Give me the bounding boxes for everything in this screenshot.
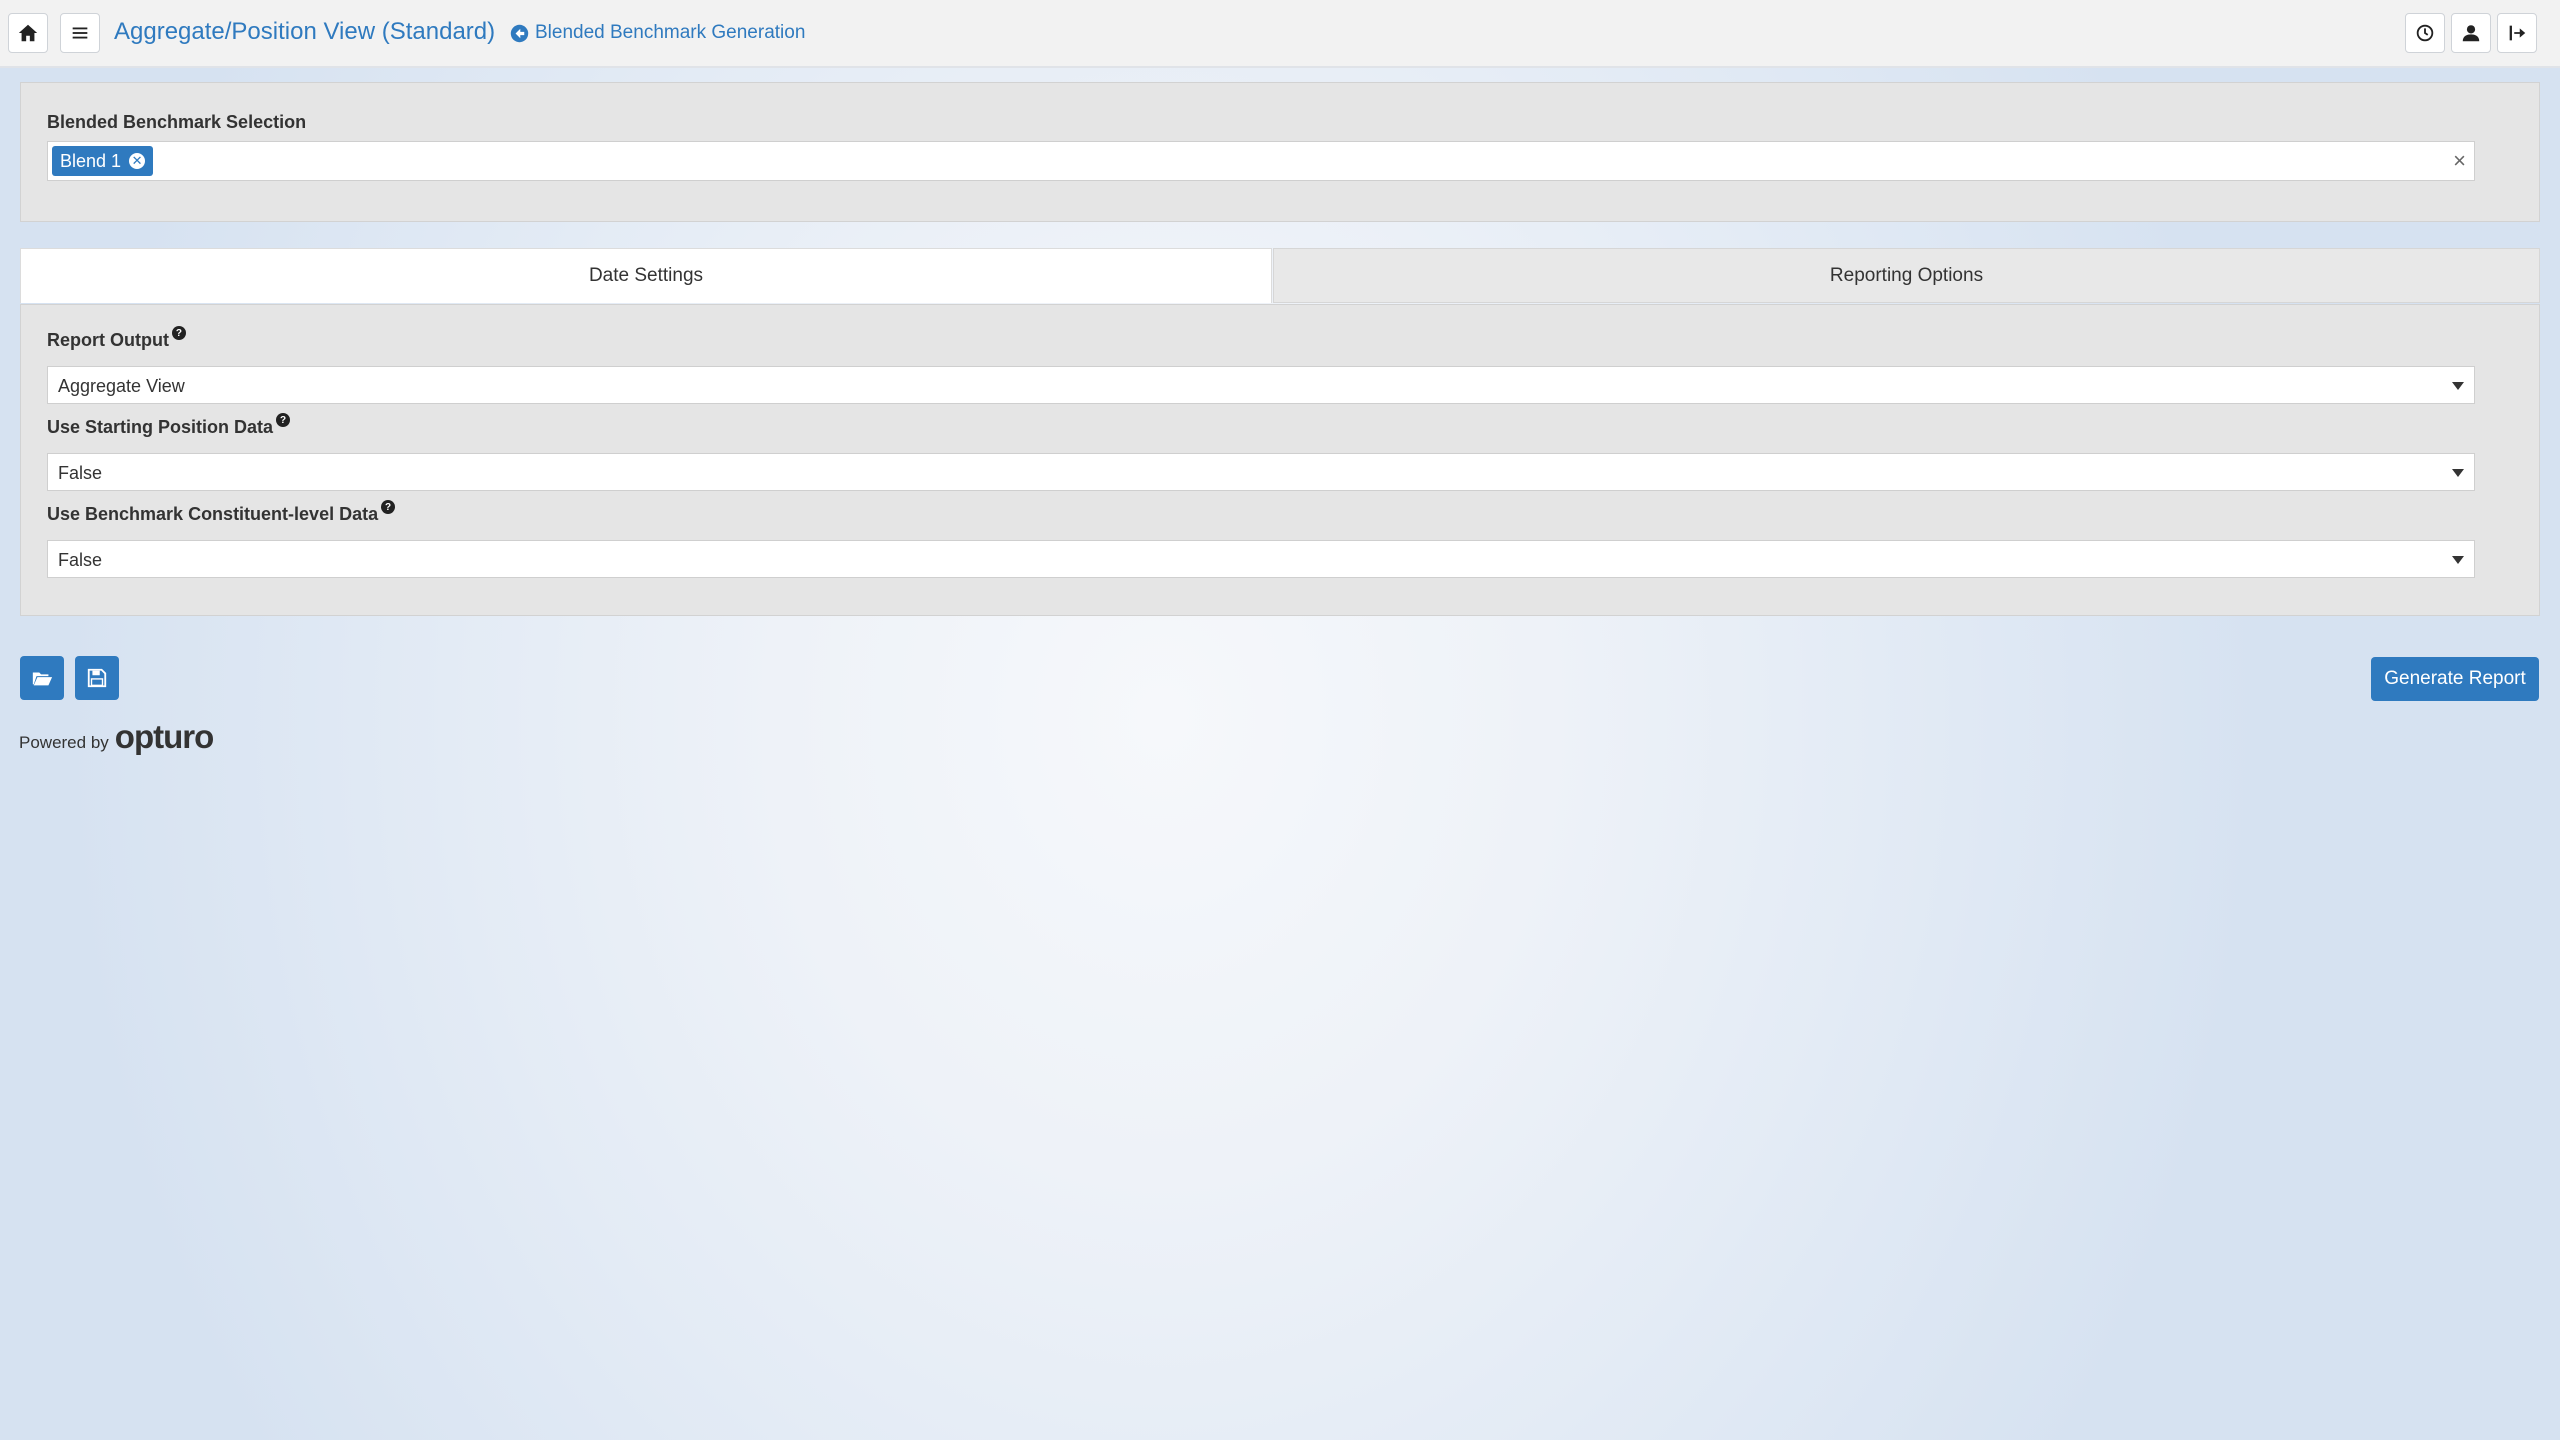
home-icon: [18, 24, 38, 42]
constituent-data-select[interactable]: False: [47, 540, 2475, 578]
remove-tag-icon[interactable]: ✕: [129, 153, 146, 169]
caret-down-icon: [2452, 469, 2464, 477]
generate-report-button[interactable]: Generate Report: [2371, 657, 2539, 701]
help-icon[interactable]: ?: [276, 413, 291, 427]
constituent-data-label-text: Use Benchmark Constituent-level Data: [47, 504, 379, 524]
starting-position-label: Use Starting Position Data ?: [47, 413, 291, 438]
clear-selection-icon[interactable]: ×: [2453, 148, 2466, 174]
settings-panel: Report Output ? Aggregate View Use Start…: [20, 304, 2540, 616]
help-icon[interactable]: ?: [381, 500, 396, 514]
top-navbar: Aggregate/Position View (Standard) Blend…: [0, 0, 2560, 68]
benchmark-tag-label: Blend 1: [60, 150, 122, 171]
powered-by: Powered by opturo: [19, 718, 214, 756]
open-button[interactable]: [20, 656, 64, 700]
tab-date-settings[interactable]: Date Settings: [20, 248, 1272, 303]
logout-icon: [2509, 25, 2526, 41]
logout-button[interactable]: [2497, 13, 2537, 53]
menu-icon: [72, 27, 88, 39]
save-button[interactable]: [75, 656, 119, 700]
caret-down-icon: [2452, 556, 2464, 564]
tab-reporting-options-label: Reporting Options: [1829, 264, 1984, 286]
help-icon[interactable]: ?: [171, 326, 186, 340]
report-output-select[interactable]: Aggregate View: [47, 366, 2475, 404]
history-button[interactable]: [2405, 13, 2445, 53]
save-icon: [87, 668, 107, 688]
menu-button[interactable]: [60, 13, 100, 53]
benchmark-label: Blended Benchmark Selection: [47, 112, 307, 132]
user-button[interactable]: [2451, 13, 2491, 53]
starting-position-value: False: [58, 463, 103, 483]
starting-position-select[interactable]: False: [47, 453, 2475, 491]
starting-position-label-text: Use Starting Position Data: [47, 417, 274, 437]
home-button[interactable]: [8, 13, 48, 53]
benchmark-panel: Blended Benchmark Selection Blend 1 ✕ ×: [20, 82, 2540, 222]
powered-by-text: Powered by: [19, 733, 109, 752]
benchmark-tag: Blend 1 ✕: [52, 146, 154, 176]
report-output-value: Aggregate View: [58, 376, 185, 396]
report-output-label-text: Report Output: [47, 330, 169, 350]
caret-down-icon: [2452, 382, 2464, 390]
page-title: Aggregate/Position View (Standard): [114, 18, 496, 45]
benchmark-select[interactable]: Blend 1 ✕ ×: [47, 141, 2475, 181]
tab-date-settings-label: Date Settings: [588, 265, 704, 286]
back-link-label: Blended Benchmark Generation: [535, 22, 806, 43]
tab-reporting-options[interactable]: Reporting Options: [1273, 248, 2540, 303]
user-icon: [2462, 25, 2480, 42]
folder-open-icon: [32, 672, 53, 686]
back-link[interactable]: Blended Benchmark Generation: [510, 22, 805, 44]
history-icon: [2416, 24, 2434, 42]
constituent-data-label: Use Benchmark Constituent-level Data ?: [47, 500, 396, 525]
arrow-circle-left-icon: [510, 24, 529, 42]
report-output-label: Report Output ?: [47, 326, 186, 351]
constituent-data-value: False: [58, 550, 103, 570]
opturo-logo: opturo: [114, 718, 214, 755]
